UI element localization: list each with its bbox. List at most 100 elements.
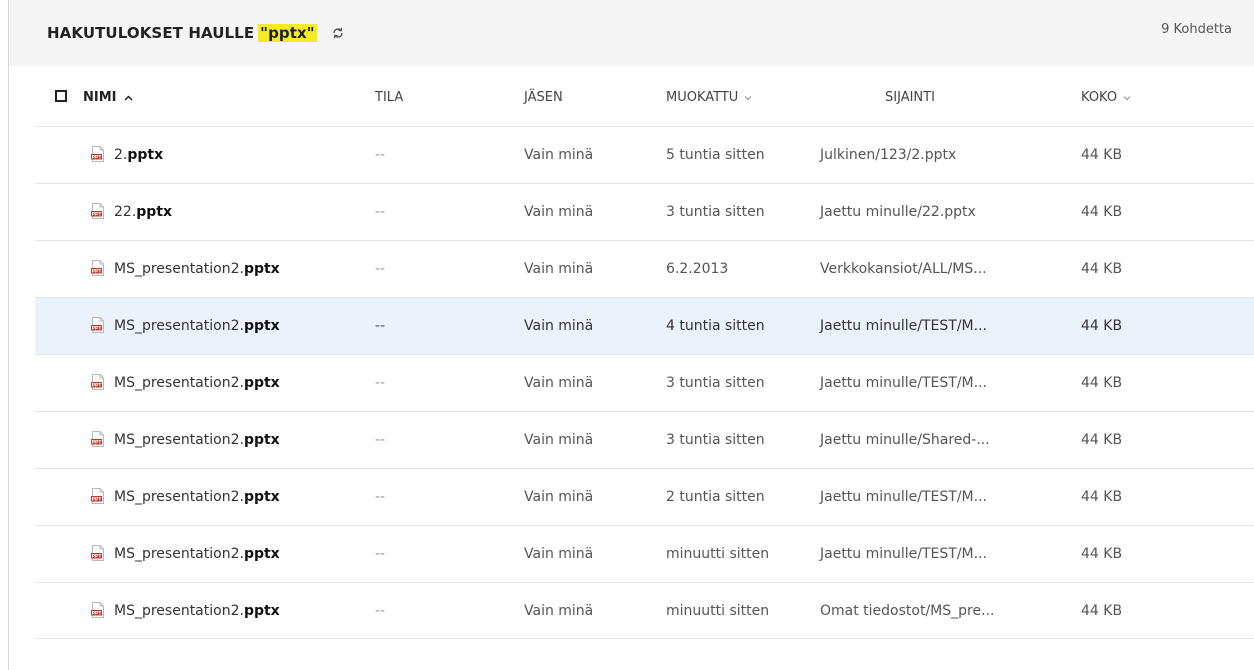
file-name-ext: pptx — [243, 261, 280, 277]
modified-cell: 2 tuntia sitten — [666, 489, 765, 505]
location-cell[interactable]: Julkinen/123/2.pptx — [820, 147, 956, 163]
search-query-highlight: "pptx" — [258, 24, 317, 42]
table-row[interactable]: PPT 2.pptx -- Vain minä 5 tuntia sitten … — [35, 126, 1254, 183]
column-header-location[interactable]: SIJAINTI — [885, 90, 935, 105]
file-name: MS_presentation2.pptx — [114, 261, 280, 277]
modified-cell: 6.2.2013 — [666, 261, 729, 277]
status-cell: -- — [375, 603, 386, 619]
table-row[interactable]: PPT MS_presentation2.pptx -- Vain minä 3… — [35, 411, 1254, 468]
file-name-ext: pptx — [136, 204, 173, 220]
file-name-cell[interactable]: PPT MS_presentation2.pptx — [91, 545, 280, 562]
column-header-size[interactable]: KOKO — [1081, 90, 1131, 105]
member-cell: Vain minä — [524, 432, 594, 448]
location-cell[interactable]: Jaettu minulle/22.pptx — [820, 204, 976, 220]
svg-text:PPT: PPT — [92, 611, 103, 617]
file-name: MS_presentation2.pptx — [114, 432, 280, 448]
chevron-up-icon — [123, 94, 133, 101]
member-cell: Vain minä — [524, 546, 594, 562]
modified-cell: 4 tuntia sitten — [666, 318, 765, 334]
result-count: 9 Kohdetta — [1161, 22, 1232, 37]
svg-text:PPT: PPT — [92, 497, 103, 503]
size-cell: 44 KB — [1081, 261, 1123, 277]
file-name-ext: pptx — [243, 489, 280, 505]
location-cell[interactable]: Jaettu minulle/TEST/M... — [820, 546, 987, 562]
member-cell: Vain minä — [524, 318, 594, 334]
column-header-member[interactable]: JÄSEN — [524, 90, 563, 105]
location-cell[interactable]: Omat tiedostot/MS_pre... — [820, 603, 994, 619]
ppt-file-icon: PPT — [91, 260, 105, 276]
location-cell[interactable]: Jaettu minulle/TEST/M... — [820, 318, 987, 334]
member-cell: Vain minä — [524, 261, 594, 277]
file-name: MS_presentation2.pptx — [114, 375, 280, 391]
file-name: MS_presentation2.pptx — [114, 603, 280, 619]
svg-text:PPT: PPT — [92, 269, 103, 275]
chevron-down-icon — [744, 95, 752, 100]
modified-cell: 3 tuntia sitten — [666, 432, 765, 448]
search-results-panel: HAKUTULOKSET HAULLE "pptx" 9 Kohdetta NI… — [8, 0, 1254, 670]
table-row[interactable]: PPT MS_presentation2.pptx -- Vain minä m… — [35, 525, 1254, 582]
table-row[interactable]: PPT MS_presentation2.pptx -- Vain minä 4… — [35, 297, 1254, 354]
select-all-checkbox[interactable] — [55, 90, 67, 102]
file-name-cell[interactable]: PPT 22.pptx — [91, 203, 172, 220]
file-name-cell[interactable]: PPT MS_presentation2.pptx — [91, 431, 280, 448]
member-cell: Vain minä — [524, 375, 594, 391]
file-name-base: MS_presentation2. — [114, 603, 244, 619]
file-name-ext: pptx — [127, 147, 164, 163]
file-name-ext: pptx — [243, 603, 280, 619]
file-name-cell[interactable]: PPT MS_presentation2.pptx — [91, 488, 280, 505]
column-header-name[interactable]: NIMI — [83, 90, 133, 105]
file-name: MS_presentation2.pptx — [114, 318, 280, 334]
column-label-member: JÄSEN — [524, 90, 563, 105]
page-title: HAKUTULOKSET HAULLE "pptx" — [47, 24, 345, 42]
member-cell: Vain minä — [524, 204, 594, 220]
file-name-cell[interactable]: PPT MS_presentation2.pptx — [91, 374, 280, 391]
file-name: MS_presentation2.pptx — [114, 489, 280, 505]
file-name: 22.pptx — [114, 204, 172, 220]
status-cell: -- — [375, 489, 386, 505]
svg-text:PPT: PPT — [92, 440, 103, 446]
column-label-status: TILA — [375, 90, 404, 105]
table-row[interactable]: PPT MS_presentation2.pptx -- Vain minä 2… — [35, 468, 1254, 525]
modified-cell: minuutti sitten — [666, 546, 770, 562]
size-cell: 44 KB — [1081, 375, 1123, 391]
size-cell: 44 KB — [1081, 489, 1123, 505]
location-cell[interactable]: Verkkokansiot/ALL/MS... — [820, 261, 987, 277]
file-name-ext: pptx — [243, 375, 280, 391]
member-cell: Vain minä — [524, 147, 594, 163]
file-name-cell[interactable]: PPT MS_presentation2.pptx — [91, 260, 280, 277]
ppt-file-icon: PPT — [91, 431, 105, 447]
table-row[interactable]: PPT MS_presentation2.pptx -- Vain minä 6… — [35, 240, 1254, 297]
size-cell: 44 KB — [1081, 147, 1123, 163]
location-cell[interactable]: Jaettu minulle/Shared-... — [820, 432, 990, 448]
ppt-file-icon: PPT — [91, 317, 105, 333]
table-row[interactable]: PPT 22.pptx -- Vain minä 3 tuntia sitten… — [35, 183, 1254, 240]
file-name-base: 2. — [114, 147, 128, 163]
location-cell[interactable]: Jaettu minulle/TEST/M... — [820, 489, 987, 505]
svg-text:PPT: PPT — [92, 554, 103, 560]
column-label-modified: MUOKATTU — [666, 90, 739, 105]
refresh-icon[interactable] — [331, 26, 345, 40]
file-name-base: MS_presentation2. — [114, 489, 244, 505]
file-name-base: MS_presentation2. — [114, 432, 244, 448]
status-cell: -- — [375, 204, 386, 220]
ppt-file-icon: PPT — [91, 203, 105, 219]
size-cell: 44 KB — [1081, 546, 1123, 562]
column-header-status[interactable]: TILA — [375, 90, 403, 105]
file-name-ext: pptx — [243, 432, 280, 448]
member-cell: Vain minä — [524, 603, 594, 619]
member-cell: Vain minä — [524, 489, 594, 505]
column-label-size: KOKO — [1081, 90, 1118, 105]
column-header-modified[interactable]: MUOKATTU — [666, 90, 752, 105]
size-cell: 44 KB — [1081, 432, 1123, 448]
location-cell[interactable]: Jaettu minulle/TEST/M... — [820, 375, 987, 391]
file-name-cell[interactable]: PPT MS_presentation2.pptx — [91, 602, 280, 619]
modified-cell: 3 tuntia sitten — [666, 375, 765, 391]
table-row[interactable]: PPT MS_presentation2.pptx -- Vain minä 3… — [35, 354, 1254, 411]
file-name-cell[interactable]: PPT 2.pptx — [91, 146, 164, 163]
file-name-cell[interactable]: PPT MS_presentation2.pptx — [91, 317, 280, 334]
status-cell: -- — [375, 375, 386, 391]
table-row[interactable]: PPT MS_presentation2.pptx -- Vain minä m… — [35, 582, 1254, 639]
ppt-file-icon: PPT — [91, 602, 105, 618]
ppt-file-icon: PPT — [91, 488, 105, 504]
svg-text:PPT: PPT — [92, 212, 103, 218]
